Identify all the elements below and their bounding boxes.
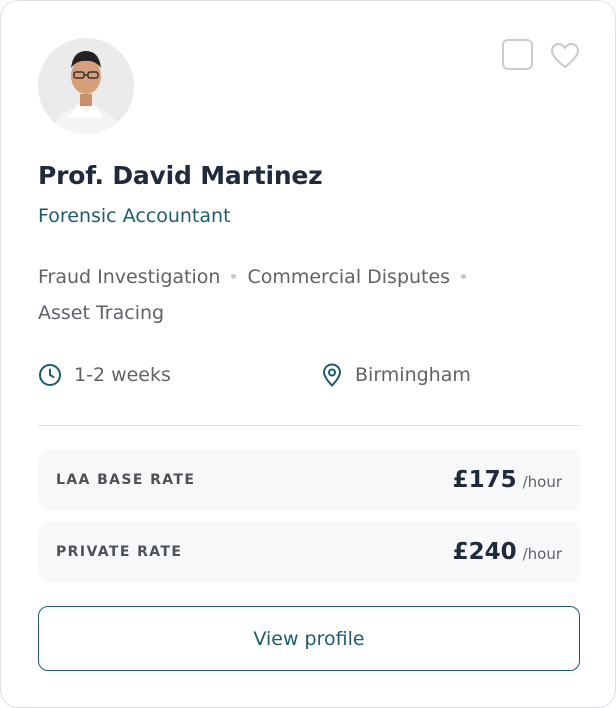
rate-label: PRIVATE RATE xyxy=(56,544,183,560)
map-pin-icon xyxy=(323,363,341,387)
rate-amount: £240 xyxy=(452,539,517,565)
availability: 1-2 weeks xyxy=(38,361,171,389)
heart-icon xyxy=(550,42,580,69)
favorite-button[interactable] xyxy=(550,42,580,70)
rate-value: £240/hour xyxy=(453,522,562,584)
rate-amount: £175 xyxy=(452,467,517,493)
expert-card: Prof. David Martinez Forensic Accountant… xyxy=(0,0,616,708)
separator-dot xyxy=(461,273,467,279)
view-profile-button[interactable]: View profile xyxy=(38,606,580,671)
divider xyxy=(38,425,580,426)
location: Birmingham xyxy=(321,361,471,389)
location-text: Birmingham xyxy=(355,364,471,386)
avatar-photo xyxy=(38,38,134,134)
rate-value: £175/hour xyxy=(453,450,562,512)
expert-name: Prof. David Martinez xyxy=(38,161,323,190)
specialism-tag: Commercial Disputes xyxy=(247,266,451,288)
availability-text: 1-2 weeks xyxy=(74,364,171,386)
clock-icon xyxy=(39,364,61,386)
specialisms-list: Fraud Investigation Commercial Disputes As… xyxy=(38,259,558,331)
expert-role: Forensic Accountant xyxy=(38,205,231,227)
rate-unit: /hour xyxy=(522,545,562,563)
specialism-tag: Asset Tracing xyxy=(38,302,165,324)
select-checkbox[interactable] xyxy=(502,39,533,70)
specialism-tag: Fraud Investigation xyxy=(38,266,221,288)
rate-label: LAA BASE RATE xyxy=(56,472,196,488)
laa-rate-row: LAA BASE RATE £175/hour xyxy=(38,450,580,510)
private-rate-row: PRIVATE RATE £240/hour xyxy=(38,522,580,582)
avatar xyxy=(38,38,134,134)
rate-unit: /hour xyxy=(522,473,562,491)
separator-dot xyxy=(231,273,237,279)
